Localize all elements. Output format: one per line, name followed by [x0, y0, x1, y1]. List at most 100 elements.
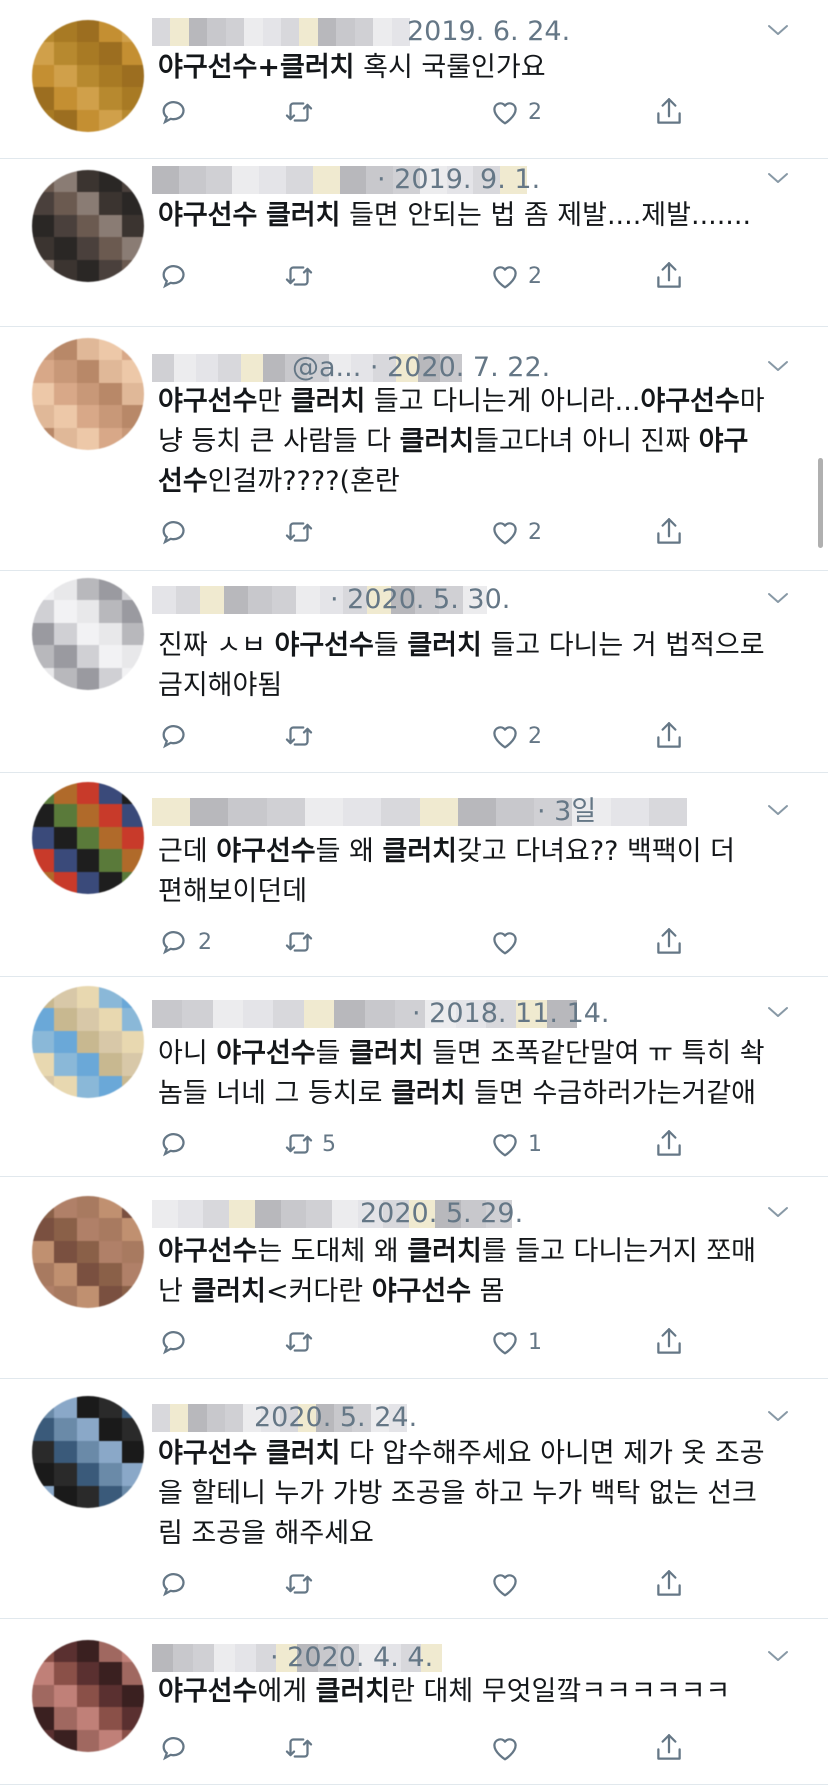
- reply-icon: [158, 259, 192, 293]
- tweet-text-line: 야구선수+클러치 혹시 국룰인가요: [158, 48, 798, 88]
- tweet-text: 진짜 ㅅㅂ 야구선수들 클러치 들고 다니는 거 법적으로금지해야됨: [158, 626, 798, 706]
- avatar[interactable]: [32, 782, 144, 894]
- avatar[interactable]: [32, 1640, 144, 1752]
- reply-button[interactable]: 2: [158, 922, 212, 962]
- retweet-button[interactable]: [282, 1564, 316, 1604]
- like-button[interactable]: [488, 1728, 522, 1768]
- share-button[interactable]: [652, 716, 686, 756]
- text-segment: 혹시 국룰인가요: [354, 52, 546, 83]
- chevron-down-icon[interactable]: [766, 590, 790, 606]
- chevron-down-icon[interactable]: [766, 170, 790, 186]
- avatar[interactable]: [32, 338, 144, 450]
- chevron-down-icon[interactable]: [766, 1648, 790, 1664]
- share-button[interactable]: [652, 922, 686, 962]
- tweet-header: · 2020. 5. 30.: [148, 580, 828, 620]
- share-button[interactable]: [652, 512, 686, 552]
- blurred-username[interactable]: [152, 18, 411, 46]
- retweet-icon: [282, 1325, 316, 1359]
- tweet-date[interactable]: · 2019. 9. 1.: [377, 160, 540, 200]
- reply-button[interactable]: [158, 716, 192, 756]
- retweet-button[interactable]: [282, 256, 316, 296]
- share-button[interactable]: [652, 1564, 686, 1604]
- reply-button[interactable]: [158, 256, 192, 296]
- reply-icon: [158, 1731, 192, 1765]
- highlighted-keyword: 야구선수: [158, 1676, 258, 1707]
- tweet-text-line: 진짜 ㅅㅂ 야구선수들 클러치 들고 다니는 거 법적으로: [158, 626, 798, 666]
- chevron-down-icon[interactable]: [766, 1408, 790, 1424]
- like-button[interactable]: 2: [488, 256, 542, 296]
- avatar[interactable]: [32, 1396, 144, 1508]
- text-segment: 놈들 너네 그 등치로: [158, 1078, 392, 1109]
- avatar[interactable]: [32, 20, 144, 132]
- retweet-button[interactable]: [282, 92, 316, 132]
- tweet-date[interactable]: · 2018. 11. 14.: [412, 994, 610, 1034]
- tweet-header: 2020. 5. 29.: [148, 1194, 828, 1234]
- share-button[interactable]: [652, 256, 686, 296]
- like-button[interactable]: 2: [488, 512, 542, 552]
- tweet-date[interactable]: 2020. 5. 29.: [360, 1194, 523, 1234]
- share-button[interactable]: [652, 1728, 686, 1768]
- tweet-actions: [158, 1728, 718, 1768]
- text-segment: 진짜 ㅅㅂ: [158, 630, 275, 661]
- share-button[interactable]: [652, 1322, 686, 1362]
- like-button[interactable]: 2: [488, 92, 542, 132]
- text-segment: 에게: [257, 1676, 316, 1707]
- avatar[interactable]: [32, 578, 144, 690]
- retweet-button[interactable]: [282, 512, 316, 552]
- avatar[interactable]: [32, 170, 144, 282]
- retweet-button[interactable]: 5: [282, 1124, 336, 1164]
- reply-button[interactable]: [158, 92, 192, 132]
- reply-button[interactable]: [158, 1728, 192, 1768]
- heart-icon: [488, 259, 522, 293]
- retweet-button[interactable]: [282, 922, 316, 962]
- reply-button[interactable]: [158, 1564, 192, 1604]
- text-segment: [257, 200, 266, 231]
- retweet-button[interactable]: [282, 1728, 316, 1768]
- share-icon: [652, 515, 686, 549]
- heart-icon: [488, 515, 522, 549]
- reply-button[interactable]: [158, 1124, 192, 1164]
- heart-icon: [488, 1325, 522, 1359]
- tweet-date[interactable]: · 2020. 5. 30.: [330, 580, 510, 620]
- tweet-text-line: 림 조공을 해주세요: [158, 1514, 798, 1554]
- like-button[interactable]: 1: [488, 1124, 542, 1164]
- highlighted-keyword: 클러치: [265, 200, 341, 231]
- like-button[interactable]: 2: [488, 716, 542, 756]
- text-segment: 금지해야됨: [158, 670, 283, 701]
- text-segment: 마: [739, 386, 765, 417]
- like-count: 2: [528, 263, 542, 289]
- like-button[interactable]: [488, 1564, 522, 1604]
- tweet-date[interactable]: 2019. 6. 24.: [407, 12, 570, 52]
- blurred-username[interactable]: [152, 798, 688, 826]
- like-button[interactable]: [488, 922, 522, 962]
- tweet-divider: [0, 772, 828, 773]
- tweet-text: 야구선수만 클러치 들고 다니는게 아니라...야구선수마 냥 등치 큰 사람들 …: [158, 382, 798, 502]
- avatar[interactable]: [32, 986, 144, 1098]
- tweet-header: · 2018. 11. 14.: [148, 994, 828, 1034]
- avatar[interactable]: [32, 1196, 144, 1308]
- tweet-divider: [0, 570, 828, 571]
- retweet-icon: [282, 1731, 316, 1765]
- highlighted-keyword: 클러치: [399, 426, 475, 457]
- like-button[interactable]: 1: [488, 1322, 542, 1362]
- text-segment: 들면 수금하러가는거같애: [465, 1078, 756, 1109]
- text-segment: 들면 안되는 법 좀 제발....제발.......: [340, 200, 752, 231]
- reply-button[interactable]: [158, 512, 192, 552]
- reply-icon: [158, 719, 192, 753]
- chevron-down-icon[interactable]: [766, 1204, 790, 1220]
- scrollbar[interactable]: [818, 458, 823, 548]
- highlighted-keyword: 클러치: [391, 1078, 466, 1109]
- tweet-date[interactable]: 2020. 5. 24.: [254, 1398, 417, 1438]
- tweet-date[interactable]: · 3일: [537, 792, 596, 832]
- reply-button[interactable]: [158, 1322, 192, 1362]
- retweet-button[interactable]: [282, 716, 316, 756]
- chevron-down-icon[interactable]: [766, 802, 790, 818]
- tweet-actions: 2: [158, 512, 718, 552]
- retweet-button[interactable]: [282, 1322, 316, 1362]
- chevron-down-icon[interactable]: [766, 358, 790, 374]
- chevron-down-icon[interactable]: [766, 22, 790, 38]
- heart-icon: [488, 1731, 522, 1765]
- chevron-down-icon[interactable]: [766, 1004, 790, 1020]
- share-button[interactable]: [652, 92, 686, 132]
- share-button[interactable]: [652, 1124, 686, 1164]
